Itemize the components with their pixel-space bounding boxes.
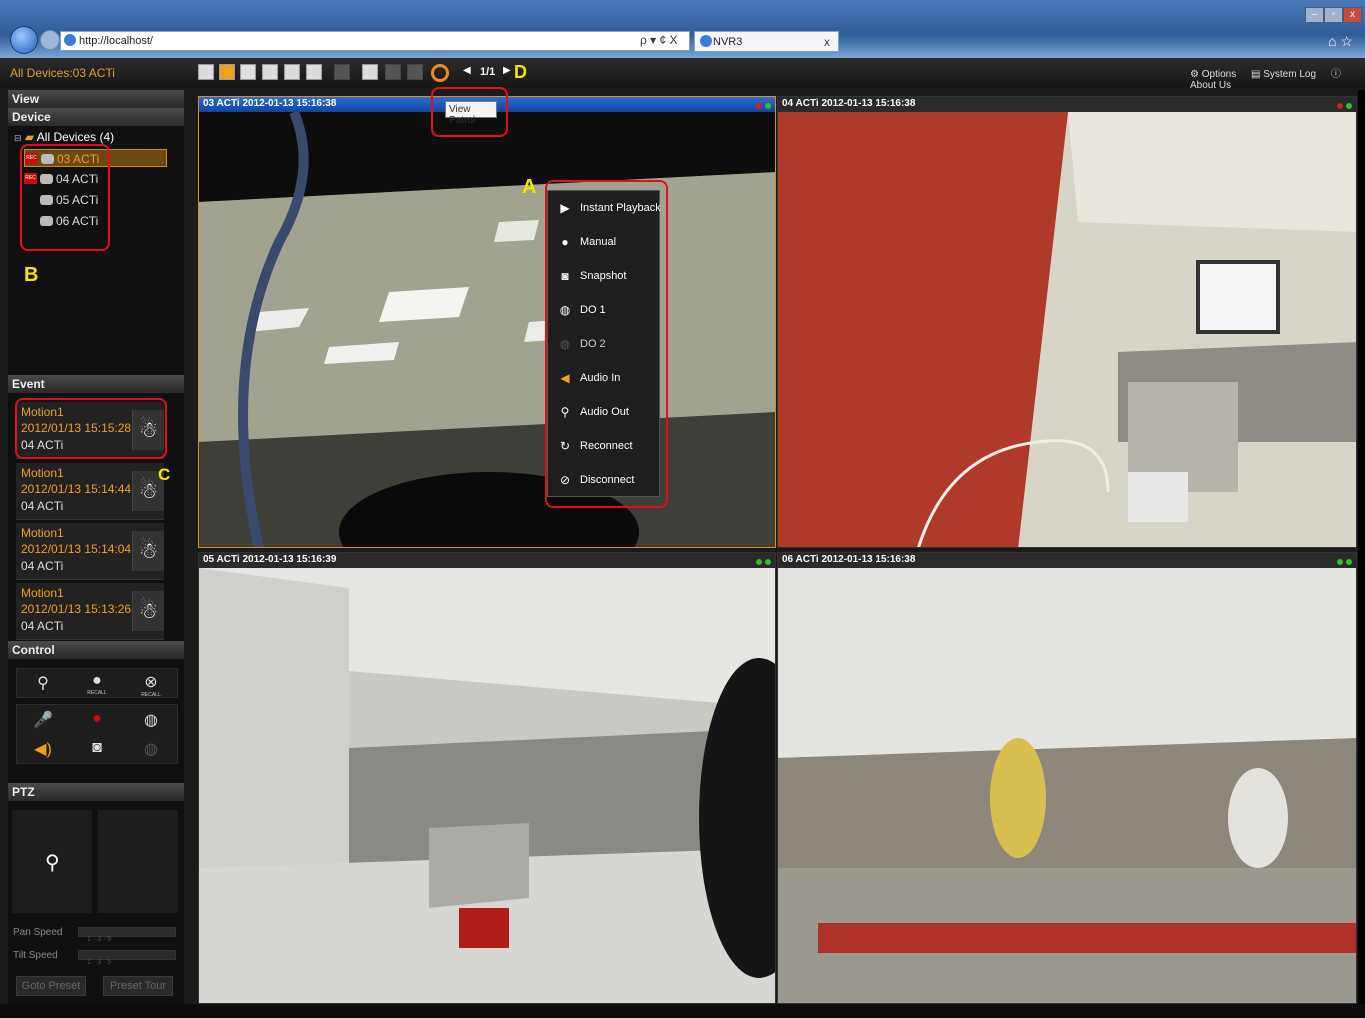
microphone-icon[interactable]: 🎤: [28, 710, 58, 730]
annotation-b-label: B: [24, 264, 39, 286]
address-bar[interactable]: http://localhost/: [60, 31, 690, 51]
event-header[interactable]: Event: [8, 375, 184, 393]
pan-speed-slider[interactable]: 1 · 3 · 5: [78, 927, 176, 943]
preset-tour-button[interactable]: Preset Tour: [103, 976, 173, 996]
tilt-speed-slider[interactable]: 1 · 3 · 5: [78, 950, 176, 966]
right-edge: [1358, 90, 1365, 1005]
layout-9-icon[interactable]: [240, 64, 256, 80]
layout-16-icon[interactable]: [262, 64, 278, 80]
event-item[interactable]: Motion1 2012/01/13 15:14:44 04 ACTi ☃: [16, 463, 164, 520]
recall-record-button[interactable]: ● RECALL: [82, 672, 112, 696]
camera-view-06[interactable]: 06 ACTi 2012-01-13 15:16:38: [777, 552, 1357, 1004]
io-icon[interactable]: ⚲: [28, 673, 58, 693]
status-bar: [0, 1004, 1365, 1018]
view-patrol-icon[interactable]: [431, 64, 449, 82]
annotation-b-box: [20, 144, 110, 251]
recall-clear-button[interactable]: ⊗ RECALL: [136, 672, 166, 698]
camera-feed: [199, 112, 775, 547]
tab-close-icon[interactable]: x: [824, 35, 830, 49]
system-log-link[interactable]: ▤ System Log: [1251, 69, 1322, 80]
layout-popup-icon[interactable]: [306, 64, 322, 80]
close-button[interactable]: x: [1343, 7, 1362, 23]
layout-25-icon[interactable]: [284, 64, 300, 80]
pan-speed-label: Pan Speed: [13, 927, 63, 938]
control-header[interactable]: Control: [8, 641, 184, 659]
do-icon[interactable]: ◍: [136, 710, 166, 730]
ptz-header[interactable]: PTZ: [8, 783, 184, 801]
page-indicator: 1/1: [480, 66, 496, 78]
device-tree-root[interactable]: ⊟ ▰ All Devices (4): [14, 130, 114, 144]
camera-view-04[interactable]: 04 ACTi 2012-01-13 15:16:38: [777, 96, 1357, 548]
add-view-icon[interactable]: [362, 64, 378, 80]
motion-icon: ☃: [132, 531, 164, 571]
page-prev-icon[interactable]: ◀: [463, 65, 471, 76]
minimize-button[interactable]: –: [1305, 7, 1324, 23]
page-next-icon[interactable]: ▶: [503, 65, 511, 76]
ptz-buttons: [98, 810, 178, 913]
maximize-button[interactable]: ▫: [1324, 7, 1343, 23]
snapshot-icon[interactable]: ◙: [82, 739, 112, 757]
app-title: All Devices:03 ACTi: [10, 66, 115, 80]
ptz-pad[interactable]: ⚲: [12, 810, 92, 913]
annotation-a-box: [545, 180, 668, 508]
motion-icon: ☃: [132, 591, 164, 631]
camera-title-bar: 06 ACTi 2012-01-13 15:16:38: [778, 553, 1356, 568]
tab-title: NVR3: [713, 36, 743, 48]
home-icon[interactable]: ⌂ ☆: [1328, 33, 1353, 50]
record-icon[interactable]: ●: [82, 710, 112, 728]
ie-icon: [64, 34, 76, 46]
event-item[interactable]: Motion1 2012/01/13 15:13:26 04 ACTi ☃: [16, 583, 164, 640]
top-links: ⚙ Options ▤ System Log ⓘ About Us: [1190, 65, 1365, 91]
zoom-search-icon[interactable]: ⚲: [45, 850, 60, 875]
url-text: http://localhost/: [79, 35, 153, 47]
options-link[interactable]: ⚙ Options: [1190, 69, 1242, 80]
delete-view-icon[interactable]: [385, 64, 401, 80]
browser-tab[interactable]: NVR3: [694, 31, 839, 52]
tilt-speed-label: Tilt Speed: [13, 950, 58, 961]
view-header[interactable]: View: [8, 90, 184, 108]
speaker-icon[interactable]: ◀): [28, 739, 58, 759]
annotation-c-label: C: [158, 465, 171, 484]
fullscreen-icon[interactable]: [334, 64, 350, 80]
view-patrol-tooltip: View Patrol: [445, 101, 497, 126]
address-controls[interactable]: ρ ▾ ¢ X: [640, 33, 678, 47]
tab-ie-icon: [700, 35, 712, 47]
back-button[interactable]: [10, 26, 38, 54]
camera-title-bar: 05 ACTi 2012-01-13 15:16:39: [199, 553, 775, 568]
camera-view-03[interactable]: 03 ACTi 2012-01-13 15:16:38: [198, 96, 776, 548]
save-view-icon[interactable]: [407, 64, 423, 80]
do2-icon: ◍: [144, 741, 158, 758]
device-header[interactable]: Device: [8, 108, 184, 126]
camera-view-05[interactable]: 05 ACTi 2012-01-13 15:16:39: [198, 552, 776, 1004]
goto-preset-button[interactable]: Goto Preset: [16, 976, 86, 996]
camera-feed: [778, 112, 1356, 547]
layout-1-icon[interactable]: [198, 64, 214, 80]
camera-feed: [199, 568, 775, 1003]
camera-title-bar: 04 ACTi 2012-01-13 15:16:38: [778, 97, 1356, 112]
layout-4-icon[interactable]: [219, 64, 235, 80]
forward-button[interactable]: [40, 30, 60, 50]
event-item[interactable]: Motion1 2012/01/13 15:14:04 04 ACTi ☃: [16, 523, 164, 580]
window-controls: – ▫ x: [1305, 4, 1363, 23]
annotation-c-box: [15, 398, 167, 459]
annotation-a-label: A: [522, 176, 537, 198]
annotation-d-label: D: [514, 62, 527, 82]
camera-feed: [778, 568, 1356, 1003]
